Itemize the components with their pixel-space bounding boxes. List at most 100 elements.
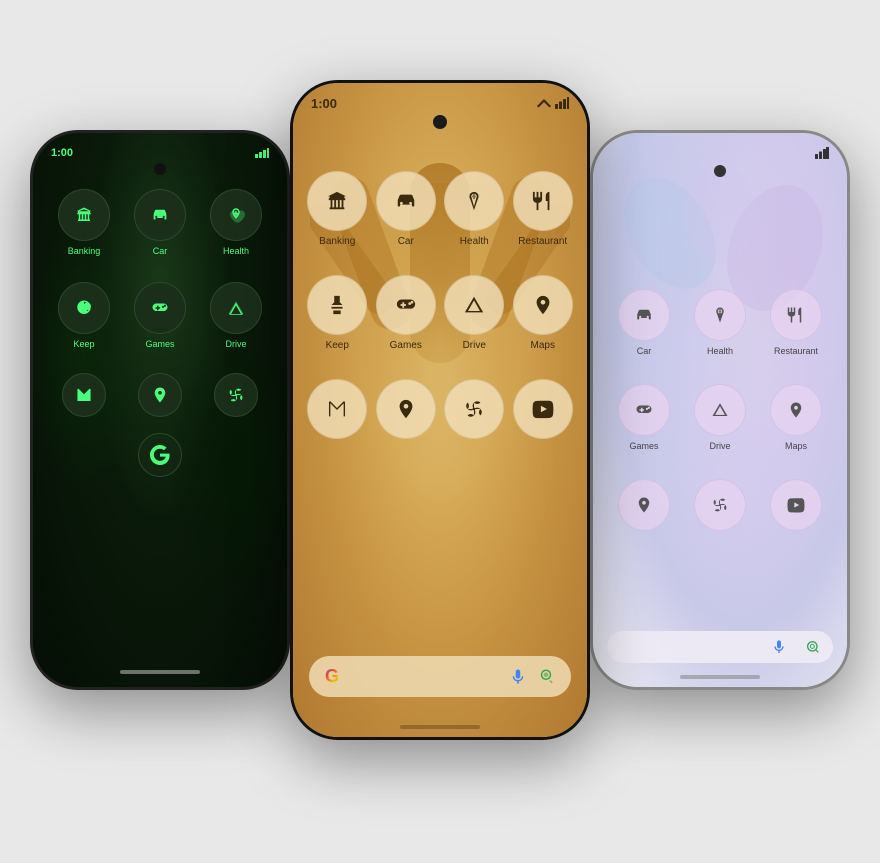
app-grid-center-row1: Banking Car <box>293 161 587 257</box>
health-icon-center <box>444 171 504 231</box>
car-icon-left <box>134 189 186 241</box>
app-gmail-left[interactable] <box>51 373 117 417</box>
time-center: 1:00 <box>311 96 337 111</box>
camera-left <box>154 163 166 175</box>
app-location-center[interactable] <box>376 379 437 439</box>
app-maps-center[interactable]: Maps <box>513 275 574 351</box>
phone-left: 1:00 <box>30 130 290 690</box>
app-gmail-center[interactable] <box>307 379 368 439</box>
app-pin-right[interactable] <box>611 479 677 531</box>
restaurant-icon-center <box>513 171 573 231</box>
keep-label-left: Keep <box>73 339 94 349</box>
car-label-center: Car <box>398 236 414 247</box>
health-label-right: Health <box>707 346 733 356</box>
drive-label-left: Drive <box>225 339 246 349</box>
search-bar-right[interactable] <box>607 631 833 663</box>
app-grid-left-row2: Keep Games <box>33 272 287 359</box>
app-car-center[interactable]: Car <box>376 171 437 247</box>
maps-icon-right <box>770 384 822 436</box>
pinwheel-icon-left <box>214 373 258 417</box>
status-bar-center: 1:00 <box>293 83 587 113</box>
app-drive-right[interactable]: Drive <box>687 384 753 451</box>
app-car-left[interactable]: Car <box>127 189 193 256</box>
search-bar-center[interactable]: G <box>309 656 571 697</box>
google-logo-center: G <box>325 666 339 687</box>
banking-label-center: Banking <box>319 236 355 247</box>
drive-icon-right <box>694 384 746 436</box>
drive-icon-center <box>444 275 504 335</box>
car-label-right: Car <box>637 346 652 356</box>
app-games-left[interactable]: Games <box>127 282 193 349</box>
app-grid-left-row1: Banking Car <box>33 179 287 266</box>
lens-icon-center[interactable] <box>537 668 555 686</box>
banking-icon-left <box>58 189 110 241</box>
pin-icon-right <box>618 479 670 531</box>
lens-icon-right[interactable] <box>805 639 821 655</box>
phone-right: Car Health <box>590 130 850 690</box>
app-drive-center[interactable]: Drive <box>444 275 505 351</box>
mic-icon-center[interactable] <box>509 668 527 686</box>
signal-icons-right <box>815 147 829 159</box>
health-icon-left <box>210 189 262 241</box>
restaurant-label-center: Restaurant <box>518 236 567 247</box>
phones-container: 1:00 <box>0 0 880 863</box>
games-label-left: Games <box>145 339 174 349</box>
app-banking-left[interactable]: Banking <box>51 189 117 256</box>
app-youtube-right[interactable] <box>763 479 829 531</box>
youtube-icon-center <box>513 379 573 439</box>
health-label-center: Health <box>460 236 489 247</box>
games-label-right: Games <box>629 441 658 451</box>
app-drive-left[interactable]: Drive <box>203 282 269 349</box>
maps-label-right: Maps <box>785 441 807 451</box>
maps-icon-center <box>513 275 573 335</box>
camera-right <box>714 165 726 177</box>
drive-label-center: Drive <box>463 340 486 351</box>
app-health-left[interactable]: Health <box>203 189 269 256</box>
app-maps-right[interactable]: Maps <box>763 384 829 451</box>
app-grid-right-row2: Games Drive Maps <box>593 374 847 461</box>
app-maps-left[interactable] <box>127 373 193 417</box>
pinwheel-icon-right <box>694 479 746 531</box>
health-label-left: Health <box>223 246 249 256</box>
app-grid-center-row2: Keep Games Drive <box>293 265 587 361</box>
pinwheel-icon-center <box>444 379 504 439</box>
app-grid-right-row1: Car Health <box>593 279 847 366</box>
app-google-left[interactable] <box>51 433 269 477</box>
keep-icon-left <box>58 282 110 334</box>
app-grid-left-google <box>33 427 287 483</box>
app-banking-center[interactable]: Banking <box>307 171 368 247</box>
banking-icon-center <box>307 171 367 231</box>
app-games-center[interactable]: Games <box>376 275 437 351</box>
app-restaurant-center[interactable]: Restaurant <box>513 171 574 247</box>
app-pinwheel-left[interactable] <box>203 373 269 417</box>
youtube-icon-right <box>770 479 822 531</box>
games-icon-left <box>134 282 186 334</box>
games-icon-center <box>376 275 436 335</box>
app-health-center[interactable]: Health <box>444 171 505 247</box>
app-pinwheel-center[interactable] <box>444 379 505 439</box>
app-games-right[interactable]: Games <box>611 384 677 451</box>
mic-icon-right[interactable] <box>771 639 787 655</box>
signal-icons-center <box>536 97 569 109</box>
health-icon-right <box>694 289 746 341</box>
app-health-right[interactable]: Health <box>687 289 753 356</box>
app-pinwheel-right[interactable] <box>687 479 753 531</box>
app-youtube-center[interactable] <box>513 379 574 439</box>
maps-label-center: Maps <box>531 340 555 351</box>
restaurant-icon-right <box>770 289 822 341</box>
app-restaurant-right[interactable]: Restaurant <box>763 289 829 356</box>
app-grid-left-row3 <box>33 367 287 423</box>
keep-label-center: Keep <box>326 340 349 351</box>
maps-icon-left <box>138 373 182 417</box>
car-label-left: Car <box>153 246 168 256</box>
restaurant-label-right: Restaurant <box>774 346 818 356</box>
app-car-right[interactable]: Car <box>611 289 677 356</box>
gmail-icon-left <box>62 373 106 417</box>
app-grid-center-row3 <box>293 369 587 449</box>
nav-pill-right <box>680 675 760 679</box>
camera-center <box>433 115 447 129</box>
signal-icons-left <box>255 148 269 158</box>
app-keep-left[interactable]: Keep <box>51 282 117 349</box>
banking-label-left: Banking <box>68 246 101 256</box>
app-keep-center[interactable]: Keep <box>307 275 368 351</box>
